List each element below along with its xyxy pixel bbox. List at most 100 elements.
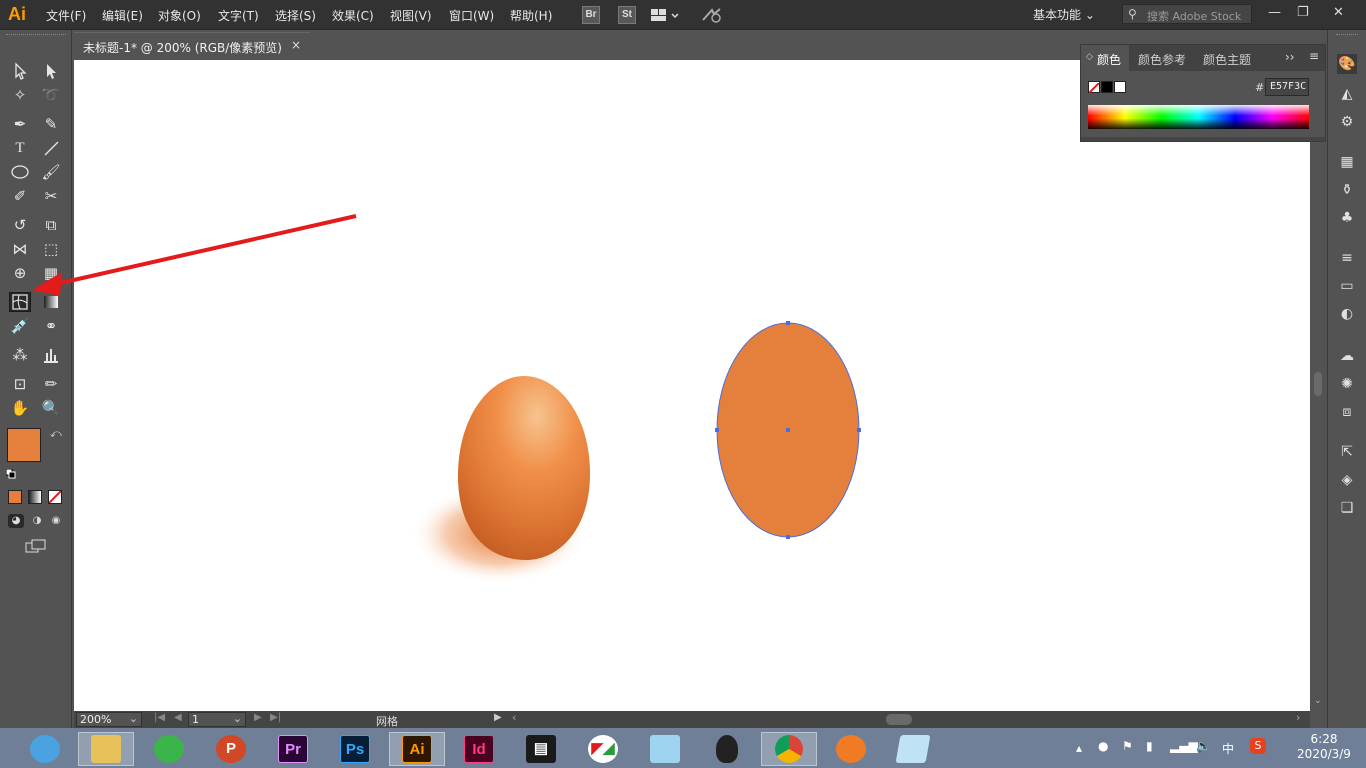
blend-tool-icon[interactable]: ⚭ bbox=[40, 316, 62, 336]
color-panel-icon[interactable]: 🎨 bbox=[1337, 54, 1357, 74]
collapse-options-icon[interactable]: ◇ bbox=[1086, 52, 1093, 62]
zoom-select[interactable]: 200% ⌄ bbox=[76, 712, 142, 727]
eyedropper-tool-icon[interactable]: 💉 bbox=[9, 316, 31, 336]
menu-window[interactable]: 窗口(W) bbox=[449, 7, 494, 24]
dock-grip[interactable] bbox=[1336, 34, 1358, 38]
prev-artboard-icon[interactable]: ◀ bbox=[174, 712, 182, 723]
stroke-icon[interactable]: ≡ bbox=[1337, 248, 1357, 268]
qq-tray-icon[interactable]: ● bbox=[1098, 739, 1108, 753]
fill-swatch[interactable] bbox=[7, 428, 41, 462]
menu-edit[interactable]: 编辑(E) bbox=[102, 7, 143, 24]
chrome-icon[interactable] bbox=[761, 732, 817, 766]
artboards-icon[interactable]: ❏ bbox=[1337, 498, 1357, 518]
status-menu-icon[interactable]: ▶ bbox=[494, 712, 502, 723]
workspace-switcher[interactable]: 基本功能 ⌄ bbox=[1033, 6, 1095, 23]
selection-tool-icon[interactable] bbox=[9, 61, 31, 81]
app4-icon[interactable] bbox=[885, 732, 941, 766]
scroll-right-icon[interactable]: › bbox=[1296, 711, 1300, 724]
indesign-icon[interactable]: Id bbox=[451, 732, 507, 766]
network-blocked-icon[interactable]: ⚑ bbox=[1122, 739, 1133, 753]
tab-color-themes[interactable]: 颜色主题 bbox=[1203, 51, 1251, 68]
app-icon[interactable]: ◤◢ bbox=[575, 732, 631, 766]
draw-normal-icon[interactable]: ◕ bbox=[8, 514, 24, 528]
layers-icon[interactable]: ◈ bbox=[1337, 470, 1357, 490]
close-icon[interactable]: ✕ bbox=[1333, 5, 1344, 20]
battery-icon[interactable]: ▮ bbox=[1146, 739, 1153, 753]
sogou-icon[interactable]: S bbox=[1250, 738, 1266, 754]
system-clock[interactable]: 6:28 2020/3/9 bbox=[1286, 732, 1362, 762]
panel-resize-grip[interactable] bbox=[1081, 137, 1325, 141]
vertical-scroll-thumb[interactable] bbox=[1314, 372, 1322, 396]
graphic-styles-icon[interactable]: ⧈ bbox=[1337, 402, 1357, 422]
ime-indicator[interactable]: 中 bbox=[1222, 740, 1234, 757]
appearance-icon[interactable]: ✺ bbox=[1337, 374, 1357, 394]
menu-effect[interactable]: 效果(C) bbox=[332, 7, 374, 24]
line-tool-icon[interactable] bbox=[40, 138, 62, 158]
zoom-tool-icon[interactable]: 🔍 bbox=[40, 398, 62, 418]
black-swatch[interactable] bbox=[1101, 81, 1113, 93]
draw-inside-icon[interactable]: ◉ bbox=[48, 514, 64, 528]
swap-fill-stroke-icon[interactable]: ⤺ bbox=[50, 427, 62, 441]
column-graph-tool-icon[interactable] bbox=[40, 345, 62, 365]
panel-grip[interactable] bbox=[6, 34, 66, 38]
gpu-performance-icon[interactable] bbox=[700, 6, 724, 24]
stock-search-field[interactable]: ⚲ 搜索 Adobe Stock bbox=[1122, 4, 1252, 24]
next-artboard-icon[interactable]: ▶ bbox=[254, 712, 262, 723]
curvature-tool-icon[interactable]: ✎ bbox=[40, 114, 62, 134]
symbol-sprayer-tool-icon[interactable]: ⁂ bbox=[9, 345, 31, 365]
artboard-canvas[interactable] bbox=[74, 60, 1310, 711]
menu-object[interactable]: 对象(O) bbox=[158, 7, 201, 24]
gradient-panel-icon[interactable]: ▭ bbox=[1337, 276, 1357, 296]
brushes-icon[interactable]: ⚱ bbox=[1337, 180, 1357, 200]
tab-color[interactable]: 颜色 bbox=[1097, 51, 1121, 68]
wechat-icon[interactable] bbox=[141, 732, 197, 766]
document-tab[interactable]: 未标题-1* @ 200% (RGB/像素预览) × bbox=[74, 32, 310, 58]
premiere-icon[interactable]: Pr bbox=[265, 732, 321, 766]
powerpoint-icon[interactable]: P bbox=[203, 732, 259, 766]
scroll-down-icon[interactable]: ⌄ bbox=[1314, 696, 1322, 706]
panel-menu-icon[interactable]: ≡ bbox=[1309, 49, 1319, 63]
menu-help[interactable]: 帮助(H) bbox=[510, 7, 552, 24]
vertical-scrollbar[interactable]: ⌄ bbox=[1310, 60, 1326, 711]
volume-icon[interactable]: 🔈 bbox=[1196, 739, 1211, 753]
app3-icon[interactable] bbox=[823, 732, 879, 766]
color-mode-button[interactable] bbox=[8, 490, 22, 504]
stock-button[interactable]: St bbox=[618, 6, 636, 24]
magic-wand-tool-icon[interactable]: ✧ bbox=[9, 85, 31, 105]
scroll-left-icon[interactable]: ‹ bbox=[512, 711, 516, 724]
color-themes-icon[interactable]: ⚙ bbox=[1337, 112, 1357, 132]
app2-icon[interactable] bbox=[637, 732, 693, 766]
menu-type[interactable]: 文字(T) bbox=[218, 7, 259, 24]
pen-tool-icon[interactable]: ✒ bbox=[9, 114, 31, 134]
illustrator-icon[interactable]: Ai bbox=[389, 732, 445, 766]
artboard-tool-icon[interactable]: ⊡ bbox=[9, 374, 31, 394]
menu-file[interactable]: 文件(F) bbox=[46, 7, 86, 24]
minimize-icon[interactable]: — bbox=[1268, 5, 1281, 20]
horizontal-scroll-thumb[interactable] bbox=[886, 714, 912, 725]
tab-color-guide[interactable]: 颜色参考 bbox=[1138, 51, 1186, 68]
menu-select[interactable]: 选择(S) bbox=[275, 7, 316, 24]
mesh-egg[interactable] bbox=[458, 376, 590, 560]
hand-tool-icon[interactable]: ✋ bbox=[9, 398, 31, 418]
close-tab-icon[interactable]: × bbox=[291, 38, 301, 52]
artboard-select[interactable]: 1 ⌄ bbox=[188, 712, 246, 727]
file-explorer-icon[interactable] bbox=[78, 732, 134, 766]
menu-view[interactable]: 视图(V) bbox=[390, 7, 432, 24]
paintbrush-tool-icon[interactable]: 🖌 bbox=[40, 162, 62, 182]
none-mode-button[interactable] bbox=[48, 490, 62, 504]
gradient-mode-button[interactable] bbox=[28, 490, 42, 504]
default-fill-stroke-icon[interactable] bbox=[5, 468, 16, 479]
tray-expand-icon[interactable]: ▴ bbox=[1076, 741, 1082, 755]
transparency-icon[interactable]: ◐ bbox=[1337, 304, 1357, 324]
symbols-icon[interactable]: ♣ bbox=[1337, 208, 1357, 228]
color-spectrum[interactable] bbox=[1088, 105, 1309, 129]
direct-selection-tool-icon[interactable] bbox=[40, 61, 62, 81]
swatches-icon[interactable]: ▦ bbox=[1337, 152, 1357, 172]
expand-panel-icon[interactable]: ›› bbox=[1285, 50, 1295, 64]
type-tool-icon[interactable]: T bbox=[9, 138, 31, 158]
screen-mode-icon[interactable] bbox=[24, 538, 48, 554]
first-artboard-icon[interactable]: |◀ bbox=[154, 712, 165, 723]
color-guide-icon[interactable]: ◭ bbox=[1337, 84, 1357, 104]
video-icon[interactable]: ▤ bbox=[513, 732, 569, 766]
slice-tool-icon[interactable]: ✏ bbox=[40, 374, 62, 394]
